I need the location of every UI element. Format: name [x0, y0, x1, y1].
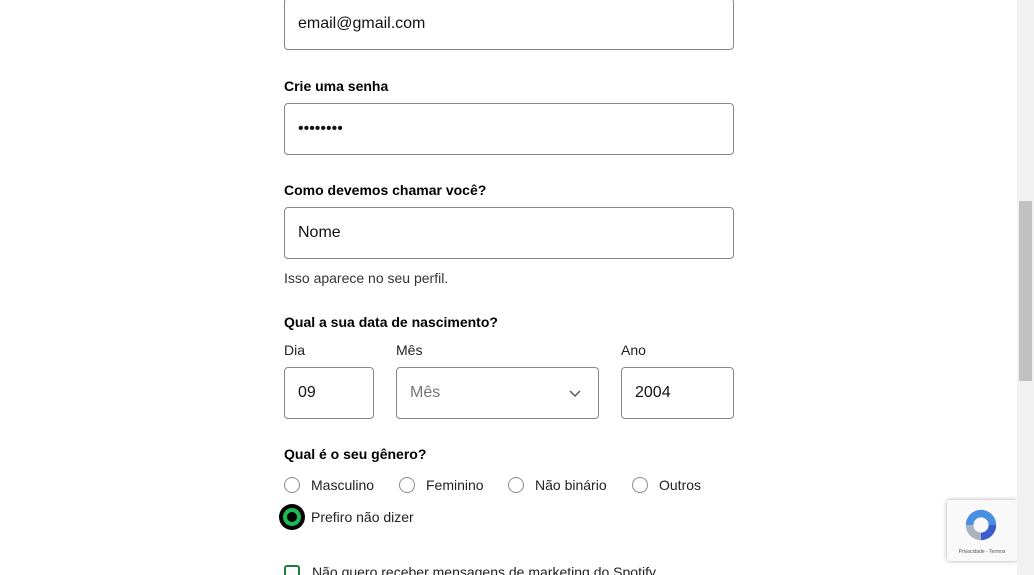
gender-option-prefiro-nao-dizer[interactable]: Prefiro não dizer — [279, 504, 414, 530]
name-value: Nome — [298, 224, 341, 241]
radio-button[interactable] — [508, 477, 524, 493]
year-value: 2004 — [635, 384, 671, 401]
recaptcha-icon — [965, 509, 997, 541]
radio-button[interactable] — [632, 477, 648, 493]
gender-option-label: Outros — [659, 477, 702, 493]
password-input[interactable]: •••••••• — [284, 103, 734, 155]
name-input[interactable]: Nome — [284, 207, 734, 259]
month-select[interactable]: Mês — [396, 367, 599, 419]
gender-option-nao-binario[interactable]: Não binário — [508, 477, 607, 493]
month-label: Mês — [396, 342, 423, 358]
birthdate-label: Qual a sua data de nascimento? — [284, 314, 498, 330]
day-value: 09 — [298, 384, 316, 401]
year-label: Ano — [621, 342, 646, 358]
name-label: Como devemos chamar você? — [284, 182, 487, 198]
month-placeholder: Mês — [410, 384, 441, 401]
recaptcha-links[interactable]: Privacidade - Termos — [947, 549, 1017, 555]
gender-option-masculino[interactable]: Masculino — [284, 477, 374, 493]
gender-label: Qual é o seu gênero? — [284, 446, 427, 462]
gender-option-label: Feminino — [426, 477, 484, 493]
email-input[interactable]: email@gmail.com — [284, 0, 734, 50]
gender-option-outros[interactable]: Outros — [632, 477, 701, 493]
day-input[interactable]: 09 — [284, 367, 374, 419]
gender-option-label: Masculino — [311, 477, 375, 493]
scrollbar[interactable] — [1017, 0, 1034, 575]
year-input[interactable]: 2004 — [621, 367, 734, 419]
scrollbar-thumb[interactable] — [1019, 201, 1032, 381]
gender-option-feminino[interactable]: Feminino — [399, 477, 484, 493]
marketing-label: Não quero receber mensagens de marketing… — [312, 564, 656, 575]
gender-option-label: Prefiro não dizer — [311, 509, 414, 525]
radio-button[interactable] — [284, 477, 300, 493]
recaptcha-badge[interactable]: Privacidade - Termos — [947, 500, 1017, 561]
password-label: Crie uma senha — [284, 78, 389, 94]
email-value: email@gmail.com — [298, 15, 426, 32]
radio-button[interactable] — [399, 477, 415, 493]
chevron-down-icon — [569, 390, 581, 397]
name-hint: Isso aparece no seu perfil. — [284, 270, 449, 286]
password-value: •••••••• — [298, 120, 343, 137]
day-label: Dia — [284, 342, 306, 358]
marketing-checkbox[interactable] — [284, 565, 300, 575]
gender-option-label: Não binário — [535, 477, 607, 493]
radio-button-selected[interactable] — [279, 504, 305, 530]
